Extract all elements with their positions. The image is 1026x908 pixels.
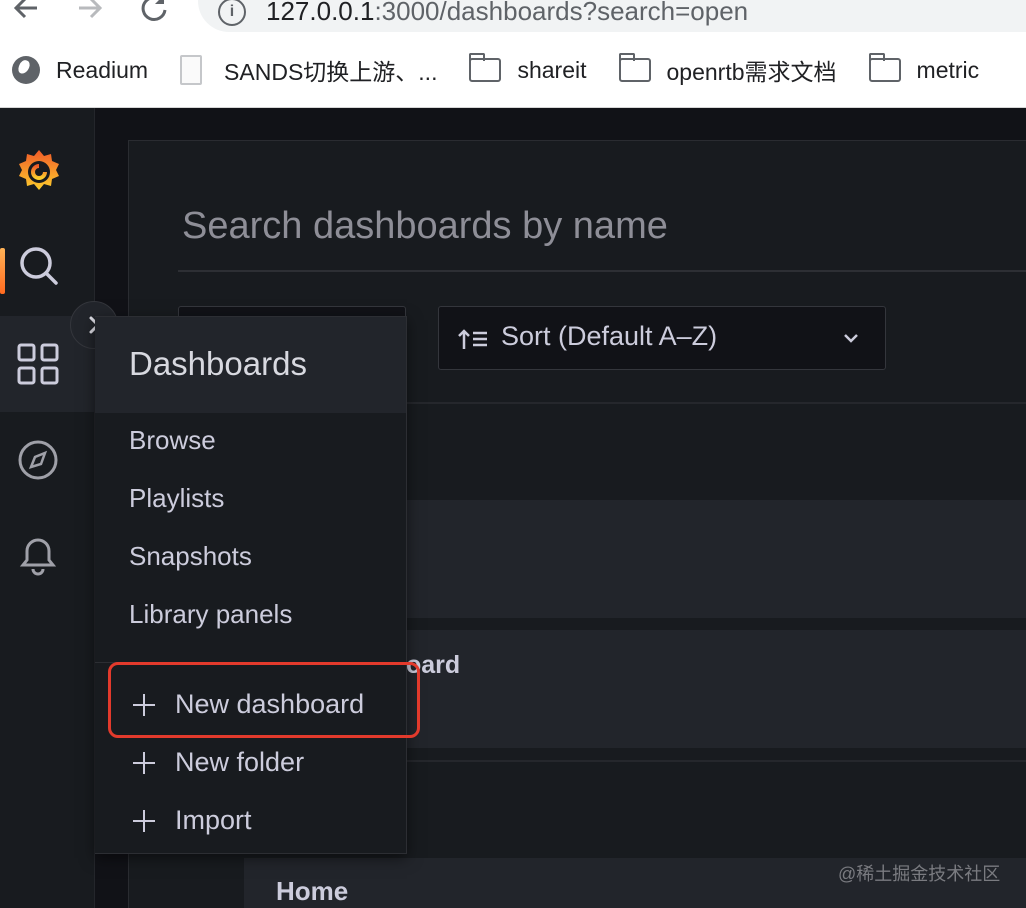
bookmark-shareit[interactable]: shareit <box>469 53 587 84</box>
document-icon <box>180 55 203 85</box>
bookmark-sands[interactable]: SANDS切换上游、... <box>180 53 437 87</box>
grafana-logo-icon[interactable] <box>14 146 64 196</box>
reload-icon[interactable] <box>134 0 174 28</box>
menu-item-snapshots[interactable]: Snapshots <box>129 541 252 572</box>
bell-icon <box>19 538 57 576</box>
bookmark-label: SANDS切换上游、... <box>224 59 438 85</box>
address-bar[interactable]: i 127.0.0.1:3000/dashboards?search=open <box>198 0 1026 32</box>
dashboards-dropdown: Dashboards Browse Playlists Snapshots Li… <box>95 316 407 854</box>
bookmark-label: shareit <box>517 56 587 83</box>
bookmark-label: Readium <box>56 56 149 83</box>
folder-icon <box>868 53 901 82</box>
url-path: :3000/dashboards?search=open <box>374 0 749 26</box>
bookmark-metric[interactable]: metric <box>868 53 980 84</box>
globe-icon <box>12 56 40 84</box>
sidemenu-alerting[interactable] <box>0 508 95 604</box>
sort-icon <box>458 329 487 349</box>
back-arrow-icon[interactable] <box>6 0 46 28</box>
watermark: @稀土掘金技术社区 <box>838 864 1001 884</box>
plus-icon <box>131 750 157 776</box>
new-folder-button[interactable]: New folder <box>131 747 304 778</box>
menu-item-playlists[interactable]: Playlists <box>129 483 224 514</box>
highlight-box <box>108 662 420 738</box>
apps-grid-icon <box>17 343 59 385</box>
compass-icon <box>18 440 58 480</box>
browser-chrome: i 127.0.0.1:3000/dashboards?search=open … <box>0 0 1026 108</box>
bookmarks-bar: Readium SANDS切换上游、... shareit openrtb需求文… <box>0 48 1026 92</box>
plus-icon <box>131 808 157 834</box>
forward-arrow-icon[interactable] <box>70 0 110 28</box>
bookmark-label: openrtb需求文档 <box>666 59 837 85</box>
sidemenu <box>0 108 118 908</box>
search-icon <box>20 247 58 285</box>
bookmark-openrtb[interactable]: openrtb需求文档 <box>618 53 837 87</box>
search-input[interactable]: Search dashboards by name <box>182 205 668 248</box>
menu-item-browse[interactable]: Browse <box>129 425 216 456</box>
menu-item-library-panels[interactable]: Library panels <box>129 599 292 630</box>
action-label: New folder <box>175 747 305 777</box>
url-host: 127.0.0.1 <box>266 0 375 26</box>
dropdown-header[interactable]: Dashboards <box>95 317 406 413</box>
sidemenu-explore[interactable] <box>0 412 95 508</box>
import-button[interactable]: Import <box>131 805 252 836</box>
sort-select[interactable]: Sort (Default A–Z) <box>438 306 886 370</box>
folder-icon <box>618 53 651 82</box>
search-underline <box>178 270 1026 272</box>
url-text[interactable]: 127.0.0.1:3000/dashboards?search=open <box>266 0 748 27</box>
chevron-down-icon <box>844 334 858 343</box>
home-title: Home <box>276 876 349 906</box>
action-label: Import <box>175 805 252 835</box>
bookmark-label: metric <box>916 56 980 83</box>
folder-icon <box>469 53 502 82</box>
sidemenu-search[interactable] <box>0 218 95 314</box>
dropdown-title: Dashboards <box>129 345 307 382</box>
sort-label: Sort (Default A–Z) <box>501 321 718 351</box>
info-icon[interactable]: i <box>218 0 246 26</box>
bookmark-readium[interactable]: Readium <box>12 56 148 84</box>
